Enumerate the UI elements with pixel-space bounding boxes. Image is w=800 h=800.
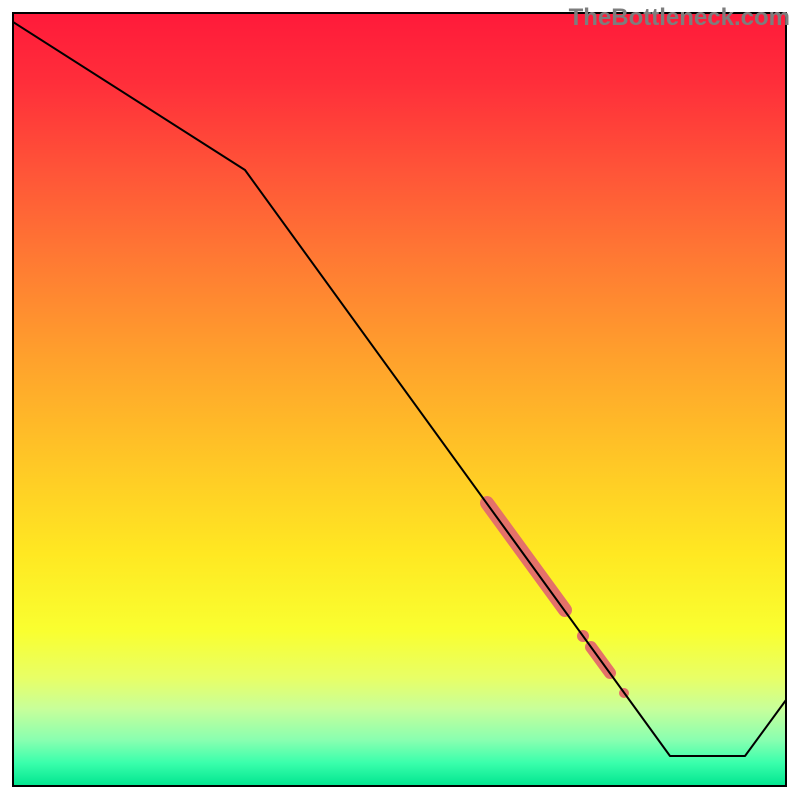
bottleneck-chart xyxy=(0,0,800,800)
gradient-background xyxy=(13,13,786,786)
watermark-text: TheBottleneck.com xyxy=(569,4,790,32)
chart-container: TheBottleneck.com xyxy=(0,0,800,800)
